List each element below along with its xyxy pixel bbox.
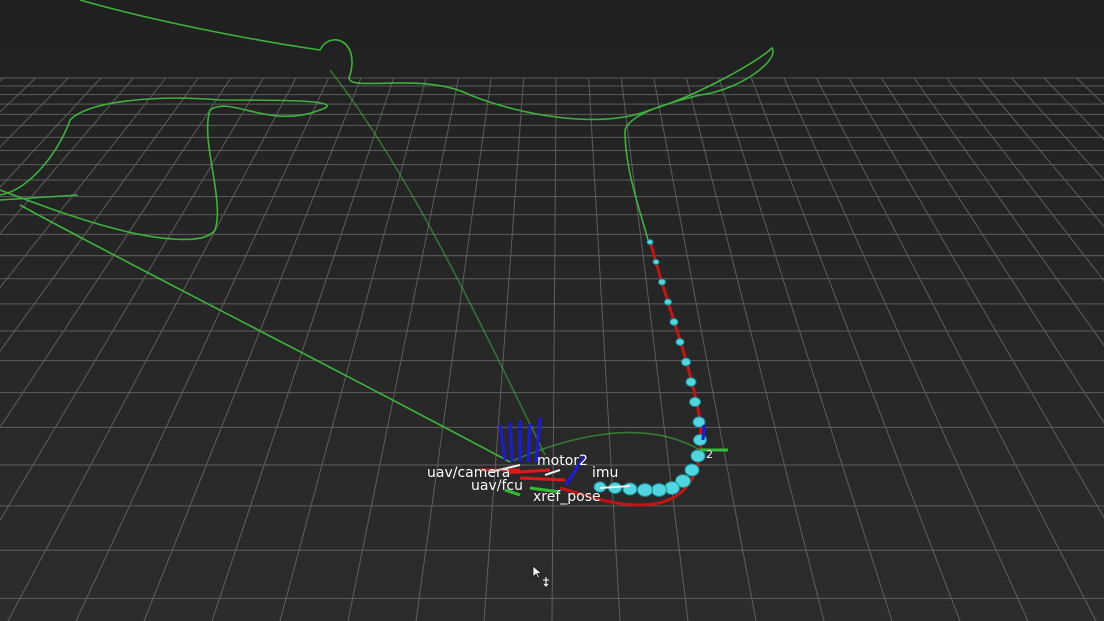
grid-line xyxy=(0,77,37,113)
pose-marker xyxy=(664,481,680,495)
grid-line xyxy=(881,77,1104,424)
grid-line xyxy=(0,77,199,352)
grid-line xyxy=(0,77,167,289)
grid-line xyxy=(0,77,69,148)
scene-canvas: motor2 uav/camera imu uav/fcu xref_pose … xyxy=(0,0,1104,621)
grid-line xyxy=(279,77,427,621)
grid-line xyxy=(946,77,1104,282)
label-ref-pose: xref_pose xyxy=(533,489,601,505)
grid-line xyxy=(685,77,825,621)
grid-line xyxy=(211,77,394,621)
grid-line xyxy=(718,77,893,621)
grid-line xyxy=(815,77,1097,621)
grid-line xyxy=(783,77,1029,621)
pose-marker xyxy=(675,338,685,346)
pose-marker xyxy=(690,449,706,463)
grid-line xyxy=(0,77,232,429)
pose-marker xyxy=(646,238,654,246)
grid-line xyxy=(1076,77,1104,106)
label-fcu: uav/fcu xyxy=(471,478,523,494)
label-motor2: motor2 xyxy=(537,453,588,469)
pose-marker xyxy=(669,318,679,326)
grid-line xyxy=(913,77,1104,347)
pose-marker xyxy=(689,396,701,408)
move-cursor-icon xyxy=(532,565,549,587)
pose-marker xyxy=(685,377,697,387)
label-imu: imu xyxy=(592,465,618,481)
grid-line xyxy=(415,77,492,621)
pose-marker xyxy=(681,357,691,367)
grid-line xyxy=(653,77,757,621)
grid-line xyxy=(620,77,689,621)
pose-marker xyxy=(664,298,672,306)
label-right-tag: 2 xyxy=(706,448,713,461)
grid-line xyxy=(0,77,102,188)
grid-line xyxy=(588,77,621,621)
grid-line xyxy=(848,77,1104,519)
grid-line xyxy=(551,77,557,621)
grid-line xyxy=(0,77,264,522)
pose-marker xyxy=(651,483,667,497)
pose-marker xyxy=(684,463,700,477)
rviz-3d-viewport[interactable]: motor2 uav/camera imu uav/fcu xref_pose … xyxy=(0,0,1104,621)
grid-line xyxy=(1011,77,1104,181)
grid-line xyxy=(483,77,525,621)
grid-line xyxy=(750,77,961,621)
grid-line xyxy=(75,77,329,621)
ground-grid xyxy=(0,77,1104,621)
pose-marker xyxy=(637,483,653,497)
grid-line xyxy=(1043,77,1104,141)
grid-line xyxy=(347,77,460,621)
pose-marker xyxy=(622,482,638,496)
pose-marker xyxy=(658,278,666,286)
pose-marker xyxy=(652,258,660,266)
grid-line xyxy=(0,77,134,235)
